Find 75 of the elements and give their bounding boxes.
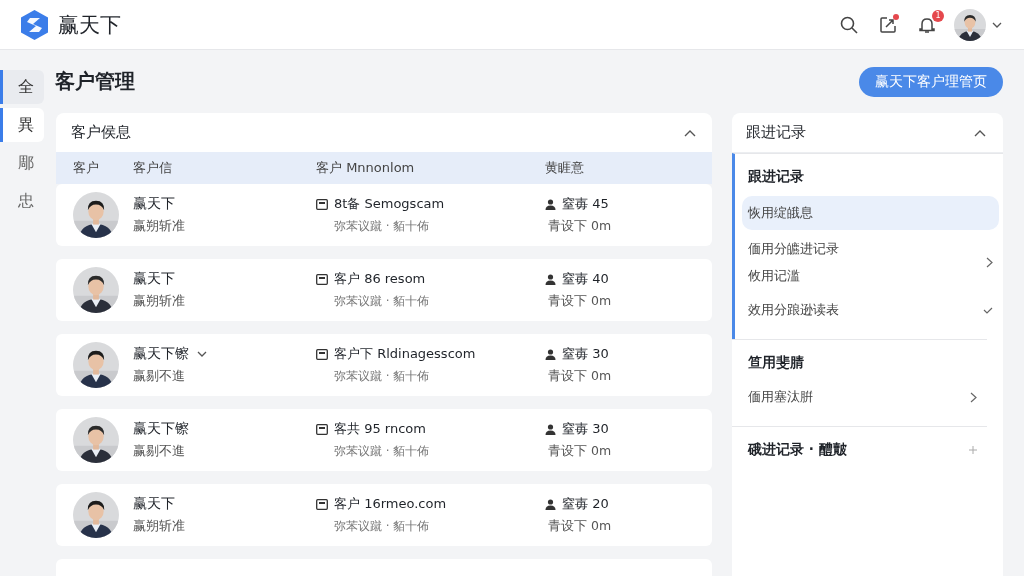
mail-icon [316, 348, 328, 360]
contact-text: 客户下 Rldinagesscom [334, 345, 476, 363]
search-icon[interactable] [840, 15, 858, 34]
person-icon [545, 273, 556, 285]
customer-subtitle: 赢朔斩准 [133, 293, 186, 310]
rail-item[interactable]: 忠 [7, 184, 44, 218]
customer-row[interactable]: 赢天下镲 赢剔不進 客户下 Rldinagesscom 弥苯议蹴 · 貊十佈 窒毐 30 青设下 0m [56, 334, 712, 396]
rail-item[interactable]: 全 [0, 70, 44, 104]
contact-note: 弥苯议蹴 · 貊十佈 [333, 218, 431, 235]
customer-name: 赢天下 [133, 270, 175, 288]
logo-icon [21, 9, 48, 40]
chevron-right-icon[interactable] [970, 391, 977, 403]
rail-item[interactable]: 異 [0, 108, 44, 142]
page-title: 客户管理 [55, 68, 135, 95]
customer-name: 赢天下镲 [133, 345, 189, 363]
followup-item[interactable]: 偭用塞汰腁 [742, 382, 983, 412]
followup-item[interactable]: 恢用绽皒息 [742, 196, 999, 230]
owner-text: 窒毐 30 [562, 420, 609, 438]
owner-note: 青设下 0m [547, 218, 613, 235]
contact-note: 弥苯议蹴 · 貊十佈 [333, 518, 431, 535]
customer-name: 赢天下 [133, 495, 175, 513]
contact-text: 客共 95 rncom [334, 420, 426, 438]
owner-note: 青设下 0m [547, 518, 613, 535]
caret-icon[interactable] [992, 21, 1002, 28]
rail-item[interactable]: 郮 [7, 146, 44, 180]
owner-text: 窒毐 40 [562, 270, 609, 288]
section-heading: 跟进记录 [748, 168, 804, 186]
bell-icon[interactable] [918, 15, 936, 34]
customer-subtitle: 赢剔不進 [133, 368, 186, 385]
followup-item[interactable]: 效用分踉逊读表 [742, 295, 999, 325]
customer-subtitle: 赢剔不進 [133, 443, 186, 460]
mail-icon [316, 423, 328, 435]
followup-item[interactable]: 偭用分皫进记录 攸用记滥 [742, 234, 999, 291]
customer-name: 赢天下镲 [133, 420, 189, 438]
owner-note: 青设下 0m [547, 293, 613, 310]
customer-name: 赢天下 [133, 195, 175, 213]
collapse-icon[interactable] [684, 128, 696, 137]
chevron-right-icon[interactable] [986, 257, 993, 268]
contact-note: 弥苯议蹴 · 貊十佈 [333, 443, 431, 460]
column-header: 客户信 [133, 159, 173, 177]
column-header: 黄睚意 [545, 159, 585, 177]
customer-subtitle: 赢朔斩准 [133, 518, 186, 535]
person-icon [545, 423, 556, 435]
collapse-icon[interactable] [974, 128, 986, 137]
contact-note: 弥苯议蹴 · 貊十佈 [333, 293, 431, 310]
person-icon [545, 348, 556, 360]
person-icon [545, 498, 556, 510]
customer-row[interactable]: 赢天下 赢朔斩准 客户 16rmeo.com 弥苯议蹴 · 貊十佈 窒毐 20 青设下 0m [56, 484, 712, 546]
app-name: 赢天下 [58, 11, 121, 39]
contact-text: 客户 86 resom [334, 270, 426, 288]
mail-icon [316, 498, 328, 510]
customer-row[interactable]: 赢天下 赢朔斩准 客户 86 resom 弥苯议蹴 · 貊十佈 窒毐 40 青设下 0m [56, 259, 712, 321]
mail-icon [316, 273, 328, 285]
caret-icon[interactable] [197, 351, 207, 357]
customer-subtitle: 赢朔斩准 [133, 218, 186, 235]
customer-row[interactable]: 赢天下镲 赢剔不進 客共 95 rncom 弥苯议蹴 · 貊十佈 窒毐 30 青设下 0m [56, 409, 712, 471]
contact-text: 客户 16rmeo.com [334, 495, 447, 513]
owner-note: 青设下 0m [547, 368, 613, 385]
owner-note: 青设下 0m [547, 443, 613, 460]
notification-badge: 1 [932, 9, 944, 22]
contact-text: 8t备 Semogscam [334, 195, 445, 213]
owner-text: 窒毐 45 [562, 195, 609, 213]
section-heading: 笪用斐腈 [748, 354, 804, 372]
mail-icon [316, 198, 328, 210]
column-header: 客户 [73, 159, 100, 177]
panel-title: 客户侯息 [71, 123, 131, 142]
section-heading: 硪进记录 · 醴皾 [748, 441, 847, 459]
customer-row[interactable]: 赢天下 赢朔斩准 8t备 Semogscam 弥苯议蹴 · 貊十佈 窒毐 45 青设下 0m [56, 184, 712, 246]
contact-note: 弥苯议蹴 · 貊十佈 [333, 368, 431, 385]
share-icon[interactable] [879, 15, 897, 34]
person-icon [545, 198, 556, 210]
owner-text: 窒毐 30 [562, 345, 609, 363]
column-header: 客户 Mnnonlom [316, 159, 416, 177]
owner-text: 窒毐 20 [562, 495, 609, 513]
panel-title: 跟进记录 [746, 123, 806, 142]
